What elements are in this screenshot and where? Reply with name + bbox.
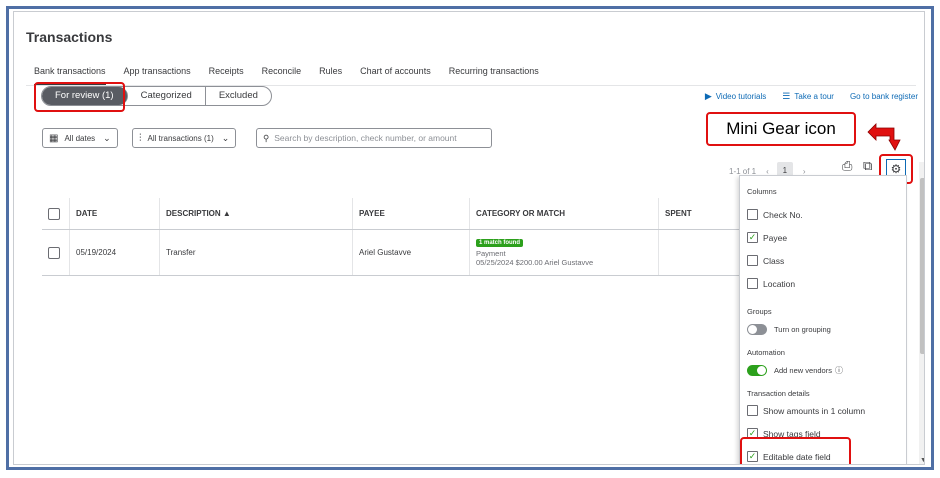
table-settings-panel: Columns Check No. ✓ Payee Class Location… — [739, 175, 907, 464]
mini-gear-callout: Mini Gear icon — [706, 112, 856, 146]
top-links: ▶ Video tutorials ☰ Take a tour Go to ba… — [689, 91, 918, 102]
option-add-vendors[interactable]: Add new vendors ⓘ — [747, 365, 843, 376]
tags-field-checkbox[interactable]: ✓ — [747, 428, 758, 439]
tab-rules[interactable]: Rules — [319, 66, 342, 86]
scroll-down-icon[interactable]: ▼ — [920, 457, 924, 464]
option-amounts-one-column[interactable]: Show amounts in 1 column — [747, 405, 865, 416]
option-location[interactable]: Location — [747, 278, 795, 289]
search-input[interactable]: ⚲ Search by description, check number, o… — [256, 128, 492, 148]
tab-bank-transactions[interactable]: Bank transactions — [34, 66, 106, 86]
sliders-icon: ⫶ — [139, 132, 142, 144]
check-no-checkbox[interactable] — [747, 209, 758, 220]
search-icon: ⚲ — [263, 132, 270, 143]
table-header: DATE DESCRIPTION ▲ PAYEE CATEGORY OR MAT… — [42, 198, 758, 230]
header-date[interactable]: DATE — [70, 198, 160, 229]
transactions-page: Transactions Bank transactions App trans… — [13, 11, 925, 465]
groups-label: Groups — [747, 307, 772, 316]
segment-for-review[interactable]: For review (1) — [42, 87, 128, 105]
header-description[interactable]: DESCRIPTION ▲ — [160, 198, 353, 229]
calendar-icon: ▦ — [49, 132, 59, 144]
tab-chart-of-accounts[interactable]: Chart of accounts — [360, 66, 431, 86]
screenshot-frame: Transactions Bank transactions App trans… — [6, 6, 934, 470]
nav-tabs: Bank transactions App transactions Recei… — [34, 66, 557, 86]
add-vendors-toggle[interactable] — [747, 365, 767, 376]
cell-description: Transfer — [160, 230, 353, 275]
location-checkbox[interactable] — [747, 278, 758, 289]
option-tags-field[interactable]: ✓ Show tags field — [747, 428, 821, 439]
print-icon[interactable]: ⎙ — [842, 158, 852, 174]
tab-app-transactions[interactable]: App transactions — [124, 66, 191, 86]
columns-label: Columns — [747, 187, 777, 196]
header-category[interactable]: CATEGORY OR MATCH — [470, 198, 659, 229]
tab-reconcile[interactable]: Reconcile — [262, 66, 302, 86]
table-row[interactable]: 05/19/2024 Transfer Ariel Gustavve 1 mat… — [42, 230, 758, 276]
tab-receipts[interactable]: Receipts — [209, 66, 244, 86]
tab-recurring-transactions[interactable]: Recurring transactions — [449, 66, 539, 86]
segment-categorized[interactable]: Categorized — [128, 87, 206, 105]
transaction-details-label: Transaction details — [747, 389, 810, 398]
take-a-tour-link[interactable]: ☰ Take a tour — [782, 91, 834, 102]
header-payee[interactable]: PAYEE — [353, 198, 470, 229]
cell-category[interactable]: 1 match found Payment 05/25/2024 $200.00… — [470, 230, 659, 275]
scrollbar-thumb[interactable] — [920, 178, 924, 354]
go-to-bank-register-link[interactable]: Go to bank register — [850, 91, 918, 102]
review-segmented-control: For review (1) Categorized Excluded — [41, 86, 272, 106]
select-all-checkbox[interactable] — [48, 207, 60, 220]
option-check-no[interactable]: Check No. — [747, 209, 803, 220]
class-checkbox[interactable] — [747, 255, 758, 266]
video-tutorials-link[interactable]: ▶ Video tutorials — [705, 91, 766, 102]
match-type: Payment — [476, 248, 506, 258]
cell-date: 05/19/2024 — [70, 230, 160, 275]
transactions-table: DATE DESCRIPTION ▲ PAYEE CATEGORY OR MAT… — [42, 198, 758, 276]
match-detail: 05/25/2024 $200.00 Ariel Gustavve — [476, 257, 594, 267]
export-icon[interactable]: ⧉ — [863, 158, 872, 174]
option-payee[interactable]: ✓ Payee — [747, 232, 787, 243]
amounts-one-column-checkbox[interactable] — [747, 405, 758, 416]
option-editable-date[interactable]: ✓ Editable date field — [747, 451, 831, 462]
chevron-down-icon: ⌄ — [103, 132, 111, 143]
callout-arrow-icon — [867, 123, 901, 151]
info-icon[interactable]: ⓘ — [835, 365, 843, 376]
editable-date-checkbox[interactable]: ✓ — [747, 451, 758, 462]
grouping-toggle[interactable] — [747, 324, 767, 335]
option-grouping[interactable]: Turn on grouping — [747, 324, 831, 335]
signpost-icon: ☰ — [782, 91, 791, 101]
payee-checkbox[interactable]: ✓ — [747, 232, 758, 243]
chevron-down-icon: ⌄ — [221, 132, 230, 143]
row-checkbox[interactable] — [48, 246, 60, 259]
play-circle-icon: ▶ — [704, 91, 712, 101]
scrollbar[interactable]: ▼ — [919, 162, 924, 464]
segment-excluded[interactable]: Excluded — [206, 87, 271, 105]
transactions-filter[interactable]: ⫶ All transactions (1) ⌄ — [132, 128, 237, 148]
automation-label: Automation — [747, 348, 785, 357]
option-class[interactable]: Class — [747, 255, 784, 266]
dates-filter[interactable]: ▦ All dates ⌄ — [42, 128, 118, 148]
match-badge: 1 match found — [476, 238, 524, 247]
page-title: Transactions — [26, 29, 113, 45]
cell-payee: Ariel Gustavve — [353, 230, 470, 275]
